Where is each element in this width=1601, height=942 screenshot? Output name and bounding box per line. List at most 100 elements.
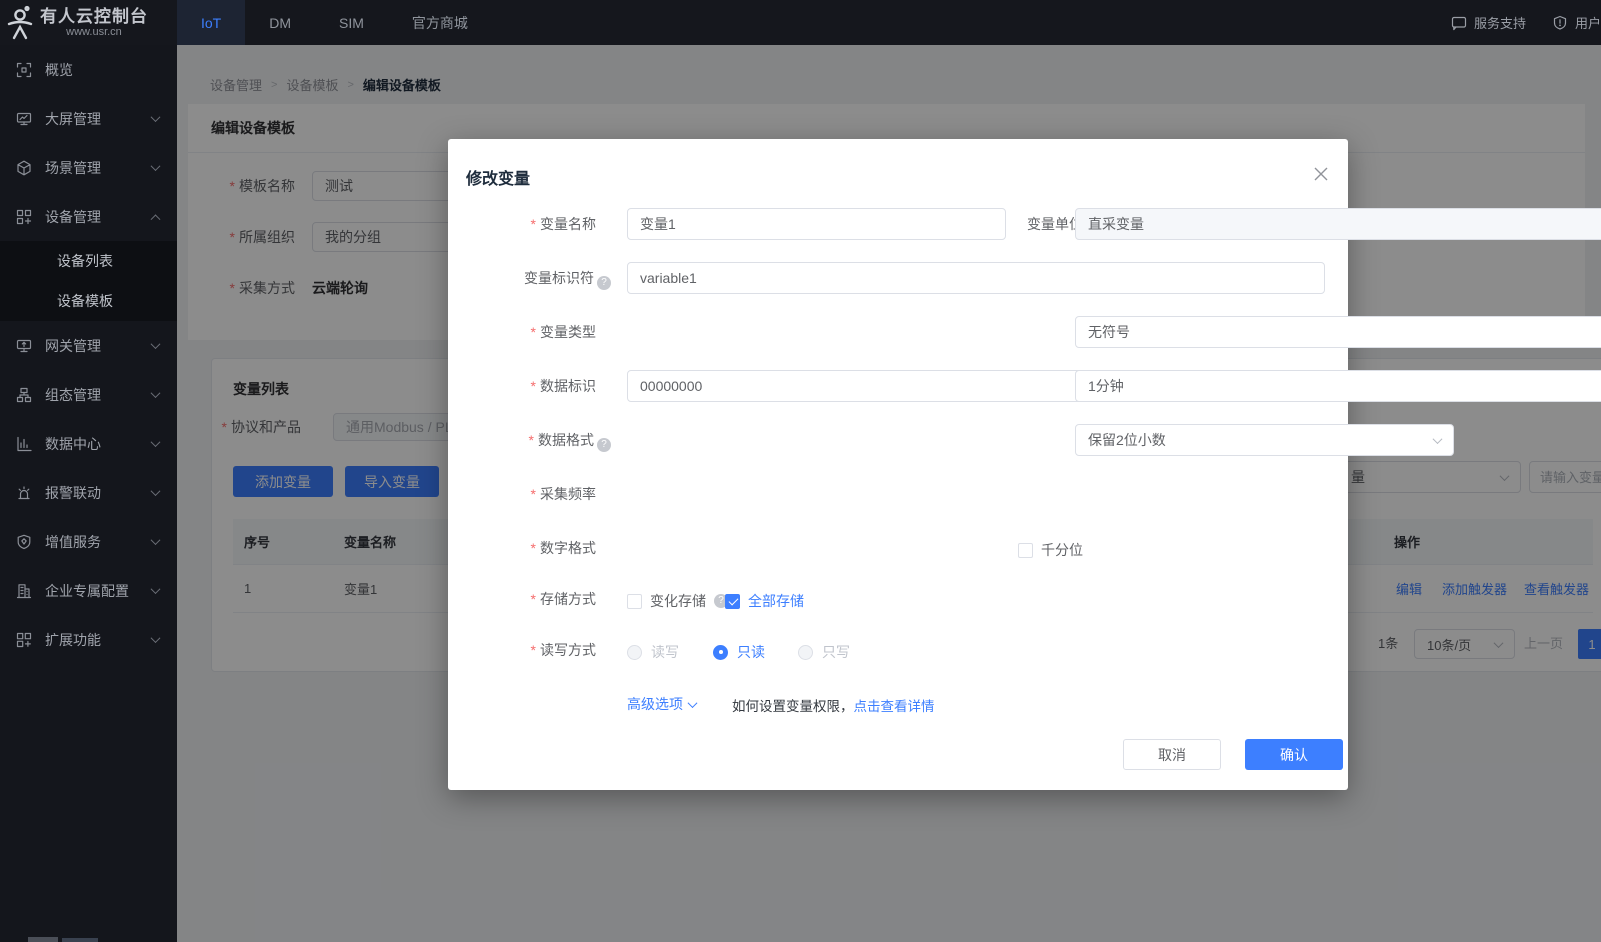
storage-change-option[interactable]: 变化存储 ?: [627, 591, 728, 611]
data-format-select[interactable]: 无符号: [1075, 316, 1601, 348]
chevron-down-icon: [151, 112, 161, 122]
collect-frequency-select[interactable]: 1分钟: [1075, 370, 1601, 402]
rw-read-only-label: 只读: [737, 642, 765, 662]
sidebar-item-extensions[interactable]: 扩展功能: [0, 615, 177, 664]
sidebar-item-alarm-linkage[interactable]: 报警联动: [0, 468, 177, 517]
help-icon[interactable]: ?: [597, 438, 611, 452]
sidebar-item-label: 增值服务: [45, 532, 101, 552]
thousands-checkbox[interactable]: [1018, 543, 1033, 558]
tab-iot[interactable]: IoT: [177, 0, 245, 45]
sidebar-item-scene-mgmt[interactable]: 场景管理: [0, 143, 177, 192]
topbar: 有人云控制台 www.usr.cn IoT DM SIM 官方商城 服务支持: [0, 0, 1601, 45]
sidebar-item-label: 设备列表: [57, 251, 113, 271]
tab-mall[interactable]: 官方商城: [388, 0, 492, 45]
chevron-down-icon: [151, 584, 161, 594]
chevron-down-icon: [151, 437, 161, 447]
number-format-label: *数字格式: [448, 532, 613, 564]
permission-hint-text: 如何设置变量权限，: [732, 699, 854, 714]
thousands-option[interactable]: 千分位: [1018, 540, 1083, 560]
rw-mode-label: *读写方式: [448, 642, 613, 658]
brand[interactable]: 有人云控制台 www.usr.cn: [0, 0, 177, 45]
chevron-down-icon: [688, 698, 698, 708]
top-tabs: IoT DM SIM 官方商城: [177, 0, 492, 45]
rw-read-only-option[interactable]: 只读: [713, 642, 765, 662]
sidebar-item-value-added[interactable]: 增值服务: [0, 517, 177, 566]
sidebar-bottom-partial: [62, 938, 98, 942]
user-menu[interactable]: 用户: [1552, 13, 1601, 32]
number-format-value: 保留2位小数: [1088, 430, 1166, 450]
permission-hint: 如何设置变量权限，点击查看详情: [732, 695, 935, 715]
device-grid-icon: [16, 209, 32, 225]
sidebar-item-overview[interactable]: 概览: [0, 45, 177, 94]
sidebar-item-data-center[interactable]: 数据中心: [0, 419, 177, 468]
chevron-down-icon: [151, 161, 161, 171]
rw-read-only-radio[interactable]: [713, 645, 728, 660]
variable-name-label: *变量名称: [448, 208, 613, 240]
help-icon[interactable]: ?: [597, 276, 611, 290]
advanced-options-toggle[interactable]: 高级选项: [627, 694, 696, 714]
storage-change-checkbox[interactable]: [627, 594, 642, 609]
thousands-label: 千分位: [1041, 540, 1083, 560]
storage-all-label: 全部存储: [748, 591, 804, 611]
rw-read-write-option[interactable]: 读写: [627, 642, 679, 662]
sidebar-item-device-mgmt[interactable]: 设备管理: [0, 192, 177, 241]
rw-read-write-radio[interactable]: [627, 645, 642, 660]
data-format-label: *数据格式?: [448, 424, 613, 456]
rw-read-write-label: 读写: [651, 642, 679, 662]
variable-name-input[interactable]: [627, 208, 1006, 240]
sidebar-item-screen-mgmt[interactable]: 大屏管理: [0, 94, 177, 143]
sidebar-item-label: 设备管理: [45, 207, 101, 227]
variable-type-value: 直采变量: [1088, 214, 1144, 234]
scene-cube-icon: [16, 160, 32, 176]
tab-dm[interactable]: DM: [245, 0, 315, 45]
device-submenu: 设备列表 设备模板: [0, 241, 177, 321]
rw-write-only-radio[interactable]: [798, 645, 813, 660]
topbar-right: 服务支持 用户: [1451, 0, 1601, 45]
variable-type-select[interactable]: 直采变量: [1075, 208, 1601, 240]
variable-type-label: *变量类型: [448, 316, 613, 348]
rw-write-only-label: 只写: [822, 642, 850, 662]
tab-sim[interactable]: SIM: [315, 0, 388, 45]
sidebar-item-device-template[interactable]: 设备模板: [0, 281, 177, 321]
storage-change-label: 变化存储: [650, 591, 706, 611]
chevron-down-icon: [151, 388, 161, 398]
number-format-select[interactable]: 保留2位小数: [1075, 424, 1454, 456]
storage-all-option[interactable]: 全部存储: [725, 591, 804, 611]
chevron-down-icon: [151, 339, 161, 349]
confirm-button[interactable]: 确认: [1245, 739, 1343, 770]
sidebar-bottom-partial: [28, 937, 58, 942]
rw-write-only-option[interactable]: 只写: [798, 642, 850, 662]
bar-chart-icon: [16, 436, 32, 452]
variable-identifier-input[interactable]: [627, 262, 1325, 294]
cancel-button[interactable]: 取消: [1123, 739, 1221, 770]
support-label: 服务支持: [1474, 13, 1526, 32]
sidebar-item-device-list[interactable]: 设备列表: [0, 241, 177, 281]
sidebar-item-label: 设备模板: [57, 291, 113, 311]
brand-title: 有人云控制台: [40, 7, 148, 26]
close-icon[interactable]: [1314, 167, 1328, 181]
support-menu[interactable]: 服务支持: [1451, 13, 1526, 32]
sidebar-item-scada-mgmt[interactable]: 组态管理: [0, 370, 177, 419]
sidebar-item-enterprise-config[interactable]: 企业专属配置: [0, 566, 177, 615]
sidebar: 概览 大屏管理 场景管理 设备管理 设备列表: [0, 45, 177, 942]
collect-frequency-value: 1分钟: [1088, 376, 1124, 396]
sidebar-item-label: 扩展功能: [45, 630, 101, 650]
chevron-down-icon: [151, 535, 161, 545]
org-chart-icon: [16, 387, 32, 403]
sidebar-item-label: 组态管理: [45, 385, 101, 405]
extensions-icon: [16, 632, 32, 648]
user-label: 用户: [1575, 13, 1601, 32]
chevron-down-icon: [1433, 434, 1443, 444]
variable-identifier-label: 变量标识符?: [448, 262, 613, 294]
building-icon: [16, 583, 32, 599]
sidebar-item-label: 场景管理: [45, 158, 101, 178]
screen: 有人云控制台 www.usr.cn IoT DM SIM 官方商城 服务支持: [0, 0, 1601, 942]
shield-gem-icon: [16, 534, 32, 550]
big-screen-icon: [16, 111, 32, 127]
gateway-icon: [16, 338, 32, 354]
storage-all-checkbox[interactable]: [725, 594, 740, 609]
sidebar-item-label: 网关管理: [45, 336, 101, 356]
permission-detail-link[interactable]: 点击查看详情: [854, 699, 935, 714]
sidebar-item-gateway-mgmt[interactable]: 网关管理: [0, 321, 177, 370]
data-format-value: 无符号: [1088, 322, 1130, 342]
